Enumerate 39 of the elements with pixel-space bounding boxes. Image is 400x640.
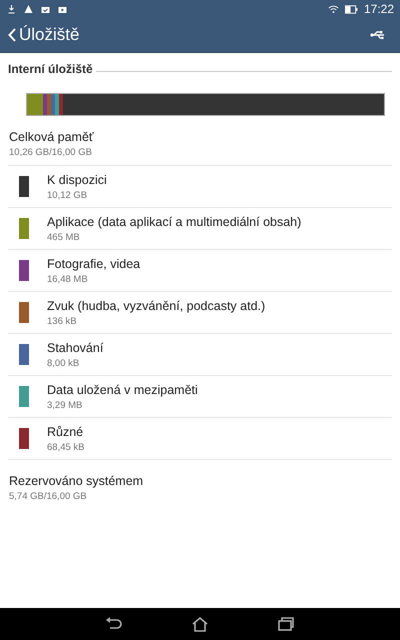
home-icon[interactable] (190, 616, 210, 632)
chevron-left-icon (8, 28, 16, 42)
category-size: 136 kB (47, 316, 78, 326)
category-size: 16,48 MB (47, 274, 89, 284)
wifi-icon (328, 4, 339, 14)
category-label: Aplikace (data aplikací a multimediální obsah) (47, 214, 302, 228)
category-label: Různé (47, 424, 84, 438)
category-label: Data uložená v mezipaměti (47, 382, 198, 396)
storage-category-item[interactable]: Různé 68,45 kB (8, 418, 392, 460)
storage-category-item[interactable]: Data uložená v mezipaměti 3,29 MB (8, 376, 392, 418)
total-memory-item[interactable]: Celková paměť 10,26 GB/16,00 GB (8, 116, 392, 166)
storage-category-item[interactable]: K dispozici 10,12 GB (8, 166, 392, 208)
category-label: Fotografie, videa (47, 256, 140, 270)
category-size: 3,29 MB (47, 400, 84, 410)
category-label: K dispozici (47, 172, 107, 186)
reserved-memory-value: 5,74 GB/16,00 GB (9, 491, 88, 502)
category-size: 68,45 kB (47, 442, 84, 452)
reserved-memory-item[interactable]: Rezervováno systémem 5,74 GB/16,00 GB (8, 460, 392, 509)
total-memory-value: 10,26 GB/16,00 GB (9, 147, 93, 158)
usb-icon[interactable] (370, 30, 386, 40)
category-size: 10,12 GB (47, 190, 88, 200)
total-memory-label: Celková paměť (9, 130, 95, 144)
storage-category-item[interactable]: Stahování 8,00 kB (8, 334, 392, 376)
back-icon[interactable] (104, 616, 124, 632)
category-size: 8,00 kB (47, 358, 80, 368)
category-label: Zvuk (hudba, vyzvánění, podcasty atd.) (47, 298, 266, 312)
clock-time: 17:22 (364, 2, 394, 16)
recent-apps-icon[interactable] (276, 616, 296, 632)
storage-category-item[interactable]: Fotografie, videa 16,48 MB (8, 250, 392, 292)
storage-category-item[interactable]: Zvuk (hudba, vyzvánění, podcasty atd.) 136 kB (8, 292, 392, 334)
back-button[interactable]: Úložiště (8, 25, 80, 45)
reserved-memory-label: Rezervováno systémem (9, 474, 144, 488)
battery-icon (344, 4, 358, 14)
storage-category-item[interactable]: Aplikace (data aplikací a multimediální obsah) 465 MB (8, 208, 392, 250)
section-title: Interní úložiště (8, 62, 93, 76)
download-icon (6, 4, 17, 14)
category-label: Stahování (47, 340, 104, 354)
category-size: 465 MB (47, 232, 81, 242)
warning-icon (23, 4, 34, 14)
